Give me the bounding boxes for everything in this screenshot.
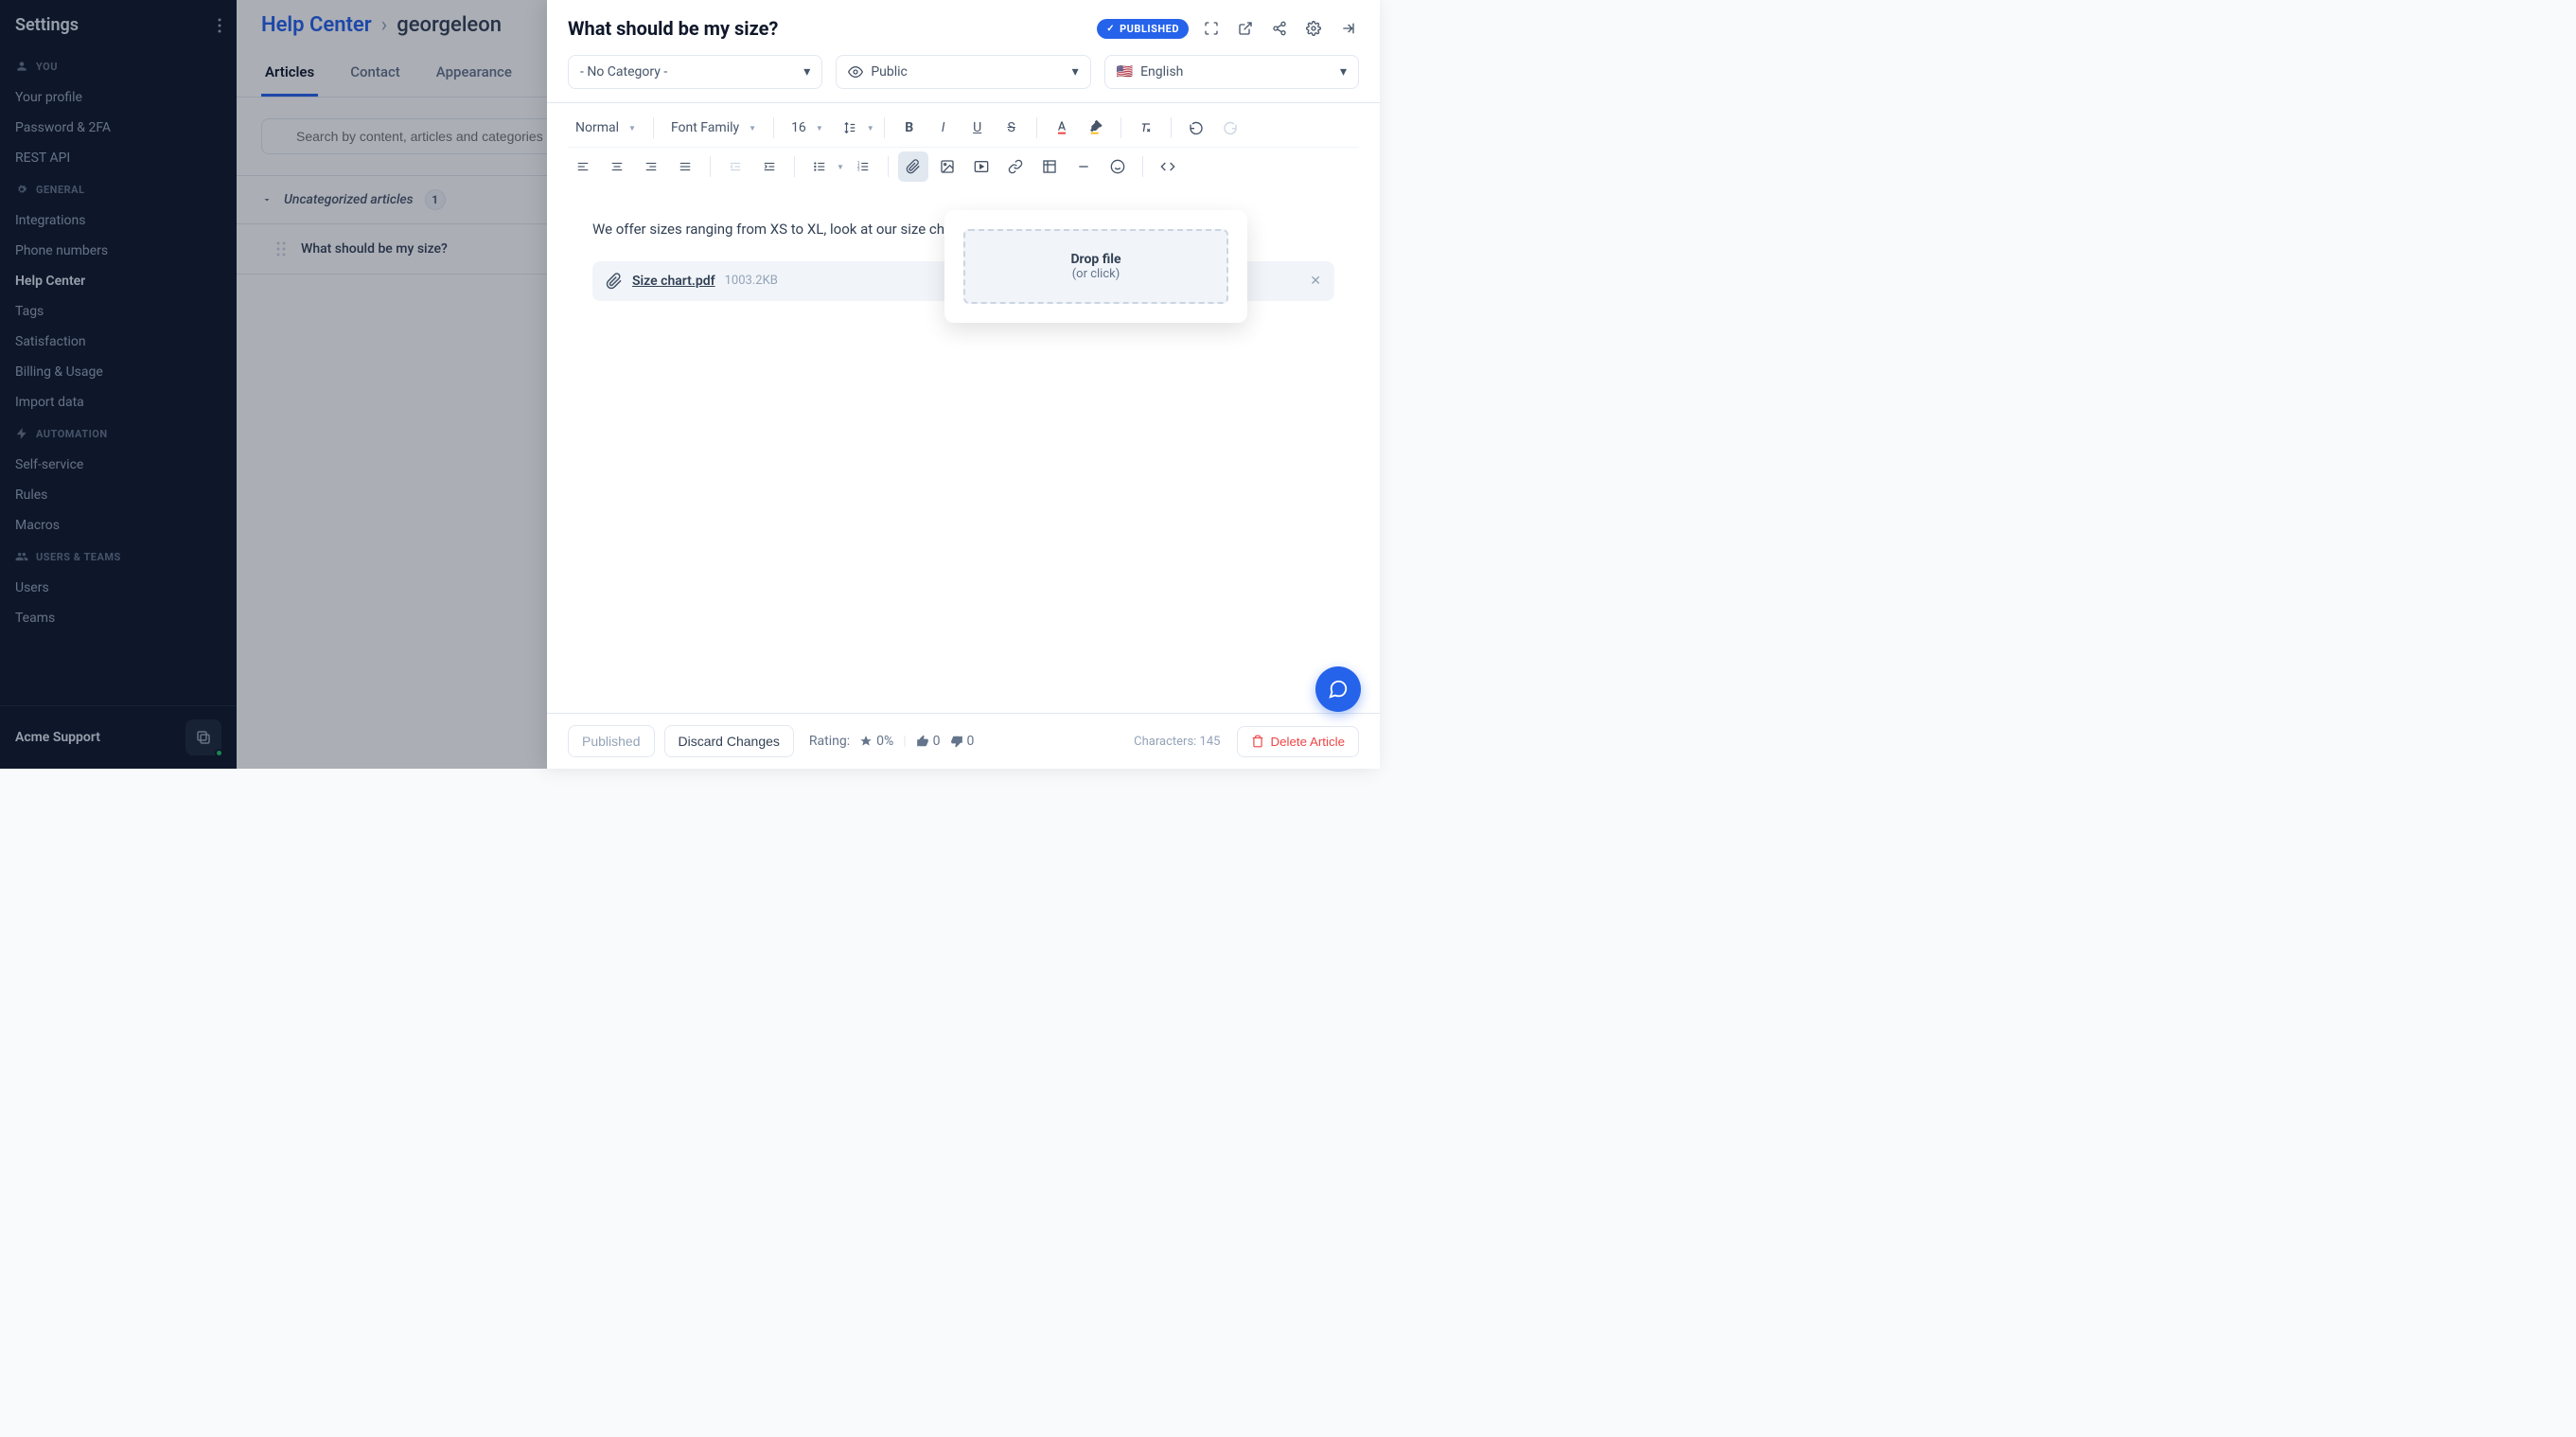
chevron-down-icon: ▾ (803, 64, 810, 80)
expand-icon[interactable] (1200, 17, 1223, 40)
discard-button[interactable]: Discard Changes (664, 725, 794, 757)
chat-icon (1328, 679, 1349, 700)
thumbs-up-icon (916, 735, 929, 748)
code-button[interactable] (1153, 151, 1183, 182)
visibility-select[interactable]: Public ▾ (836, 55, 1090, 89)
svg-text:3: 3 (857, 168, 860, 172)
star-icon (859, 735, 873, 748)
panel-footer: Published Discard Changes Rating: 0% | 0… (547, 713, 1380, 769)
attachment-name[interactable]: Size chart.pdf (632, 274, 715, 289)
text-style-select[interactable]: Normal▼ (568, 116, 644, 139)
attachment-button[interactable] (898, 151, 928, 182)
article-editor-panel: What should be my size? ✓ PUBLISHED - No… (547, 0, 1380, 769)
thumbs-down-icon (950, 735, 963, 748)
align-right-button[interactable] (636, 151, 666, 182)
dropzone-title: Drop file (975, 252, 1217, 267)
open-external-icon[interactable] (1234, 17, 1257, 40)
paperclip-icon (606, 273, 623, 290)
file-dropzone-popup: Drop file (or click) (944, 210, 1247, 323)
bullet-list-button[interactable] (804, 151, 835, 182)
panel-title: What should be my size? (568, 17, 778, 40)
rating-label: Rating: (809, 734, 850, 749)
category-select-value: - No Category - (580, 64, 667, 80)
character-count: Characters: 145 (1134, 735, 1220, 749)
align-left-button[interactable] (568, 151, 598, 182)
dropzone-subtitle: (or click) (975, 267, 1217, 281)
table-button[interactable] (1034, 151, 1065, 182)
chevron-down-icon: ▾ (1340, 64, 1347, 80)
eye-icon (848, 64, 863, 80)
trash-icon (1251, 735, 1264, 748)
visibility-value: Public (871, 64, 908, 80)
align-justify-button[interactable] (670, 151, 700, 182)
link-button[interactable] (1000, 151, 1031, 182)
emoji-button[interactable] (1103, 151, 1133, 182)
delete-button[interactable]: Delete Article (1237, 726, 1359, 757)
chevron-down-icon: ▾ (1072, 64, 1079, 80)
italic-button[interactable]: I (928, 113, 959, 143)
line-height-button[interactable] (835, 113, 865, 143)
font-size-select[interactable]: 16▼ (784, 116, 831, 139)
status-text: PUBLISHED (1120, 23, 1179, 35)
share-icon[interactable] (1268, 17, 1291, 40)
numbered-list-button[interactable]: 123 (848, 151, 878, 182)
text-color-button[interactable] (1047, 113, 1077, 143)
file-dropzone[interactable]: Drop file (or click) (963, 229, 1228, 304)
video-button[interactable] (966, 151, 997, 182)
underline-button[interactable]: U (962, 113, 993, 143)
attachment-size: 1003.2KB (725, 274, 778, 288)
remove-attachment-button[interactable]: ✕ (1310, 274, 1321, 289)
rating-display: Rating: 0% | 0 0 (809, 734, 975, 749)
collapse-panel-icon[interactable] (1336, 17, 1359, 40)
strikethrough-button[interactable]: S (997, 113, 1027, 143)
image-button[interactable] (932, 151, 962, 182)
language-select[interactable]: 🇺🇸 English ▾ (1104, 55, 1359, 89)
editor-toolbar: Normal▼ Font Family▼ 16▼ ▼ B I U S (547, 102, 1380, 191)
align-center-button[interactable] (602, 151, 632, 182)
indent-button[interactable] (754, 151, 785, 182)
outdent-button[interactable] (720, 151, 750, 182)
category-select[interactable]: - No Category - ▾ (568, 55, 822, 89)
horizontal-rule-button[interactable] (1068, 151, 1099, 182)
font-family-select[interactable]: Font Family▼ (663, 116, 764, 139)
language-value: English (1140, 64, 1183, 80)
clear-format-button[interactable] (1131, 113, 1161, 143)
redo-button[interactable] (1215, 113, 1245, 143)
check-icon: ✓ (1106, 24, 1115, 34)
settings-icon[interactable] (1302, 17, 1325, 40)
highlight-button[interactable] (1081, 113, 1111, 143)
bold-button[interactable]: B (894, 113, 925, 143)
flag-us-icon: 🇺🇸 (1117, 64, 1133, 80)
status-pill: ✓ PUBLISHED (1097, 19, 1189, 39)
chat-widget-button[interactable] (1315, 666, 1361, 712)
published-button[interactable]: Published (568, 725, 655, 757)
undo-button[interactable] (1181, 113, 1211, 143)
